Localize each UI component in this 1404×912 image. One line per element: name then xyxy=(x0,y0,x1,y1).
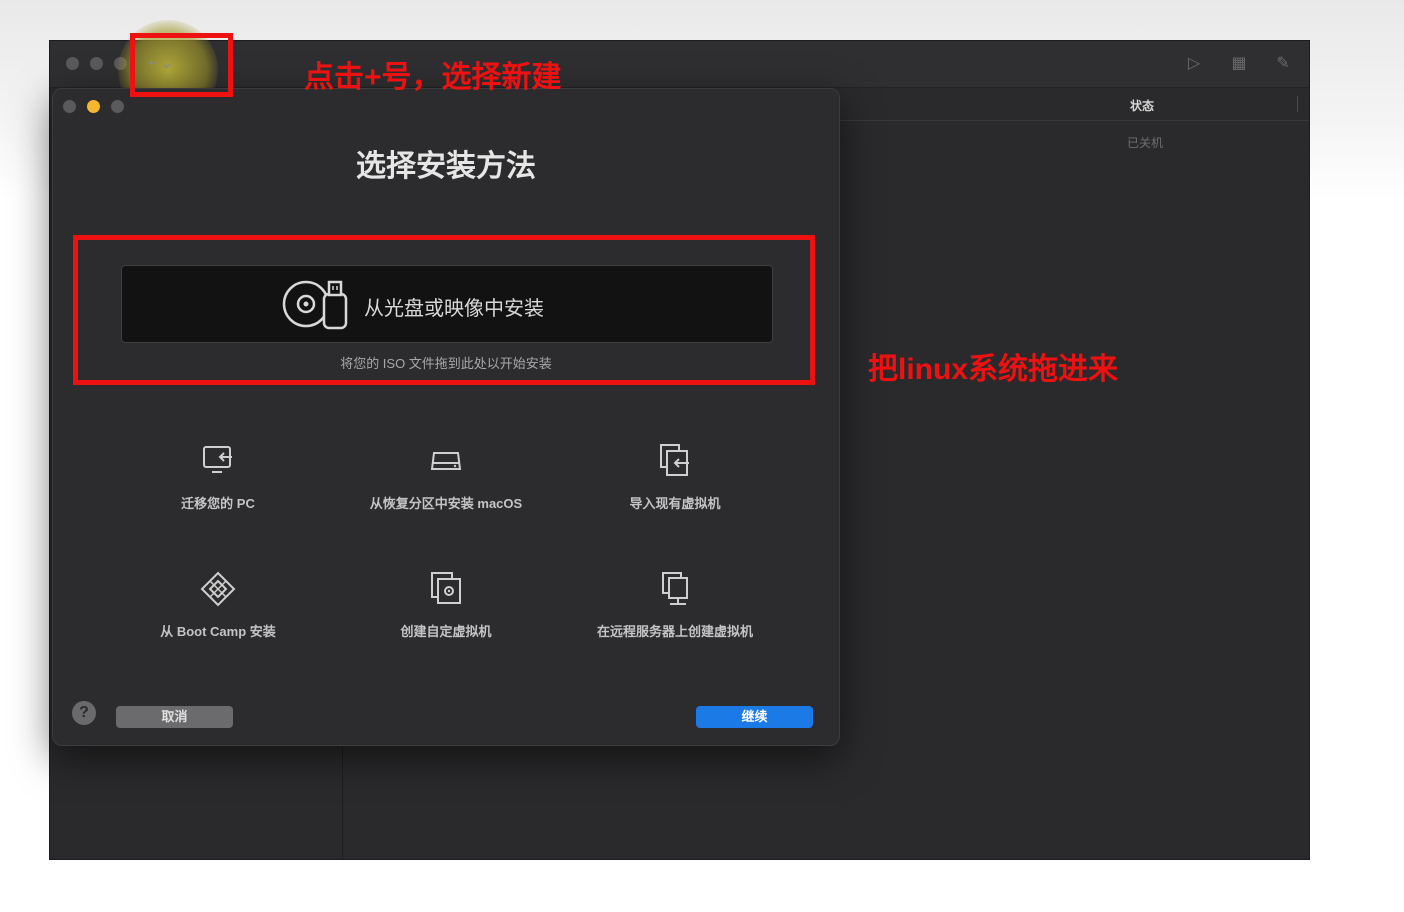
option-label: 导入现有虚拟机 xyxy=(629,496,721,511)
option-label: 在远程服务器上创建虚拟机 xyxy=(596,624,753,639)
dialog-close-button[interactable] xyxy=(63,100,76,113)
dialog-zoom-button[interactable] xyxy=(111,100,124,113)
bootcamp-icon xyxy=(200,571,236,607)
migrate-pc-icon xyxy=(203,446,232,473)
install-assistant-dialog: 选择安装方法 从光盘或映像中安装 将您的 ISO 文件拖到此处以开始安装 迁移您… xyxy=(52,88,840,746)
annotation-box-drop-zone xyxy=(73,235,815,385)
option-import-vm[interactable]: 导入现有虚拟机 xyxy=(561,441,789,531)
status-column-header[interactable]: 状态 xyxy=(1130,97,1154,114)
minimize-window-button[interactable] xyxy=(90,57,103,70)
option-label: 迁移您的 PC xyxy=(181,496,255,511)
remote-server-icon xyxy=(662,572,688,605)
vm-status-value: 已关机 xyxy=(1127,136,1164,150)
close-window-button[interactable] xyxy=(66,57,79,70)
dialog-title: 选择安装方法 xyxy=(356,150,536,183)
help-button[interactable]: ? xyxy=(72,701,96,725)
dialog-minimize-button[interactable] xyxy=(87,100,100,113)
option-recovery-macos[interactable]: 从恢复分区中安装 macOS xyxy=(332,441,560,531)
option-remote-server[interactable]: 在远程服务器上创建虚拟机 xyxy=(561,569,789,659)
continue-button[interactable]: 继续 xyxy=(696,706,813,728)
config-icon[interactable]: ▦ xyxy=(1228,53,1250,75)
annotation-right-text: 把linux系统拖进来 xyxy=(868,353,1119,386)
play-icon[interactable]: ▷ xyxy=(1183,53,1205,75)
option-bootcamp[interactable]: 从 Boot Camp 安装 xyxy=(104,569,332,659)
import-vm-icon xyxy=(660,444,689,476)
option-migrate-pc[interactable]: 迁移您的 PC xyxy=(104,441,332,531)
tools-icon[interactable]: ✎ xyxy=(1272,53,1294,75)
cancel-button[interactable]: 取消 xyxy=(116,706,233,728)
sidebar-divider xyxy=(342,741,343,859)
main-titlebar: ▷ ▦ ✎ xyxy=(50,41,1309,88)
column-separator xyxy=(1297,96,1298,112)
annotation-top-text: 点击+号，选择新建 xyxy=(304,61,562,94)
option-label: 从恢复分区中安装 macOS xyxy=(369,496,523,511)
custom-vm-icon xyxy=(431,572,461,604)
option-custom-vm[interactable]: 创建自定虚拟机 xyxy=(332,569,560,659)
option-label: 从 Boot Camp 安装 xyxy=(160,624,276,639)
vm-list-header: 状态 xyxy=(840,88,1309,121)
drive-icon xyxy=(430,452,462,470)
annotation-box-add xyxy=(130,33,233,97)
option-label: 创建自定虚拟机 xyxy=(400,624,492,639)
